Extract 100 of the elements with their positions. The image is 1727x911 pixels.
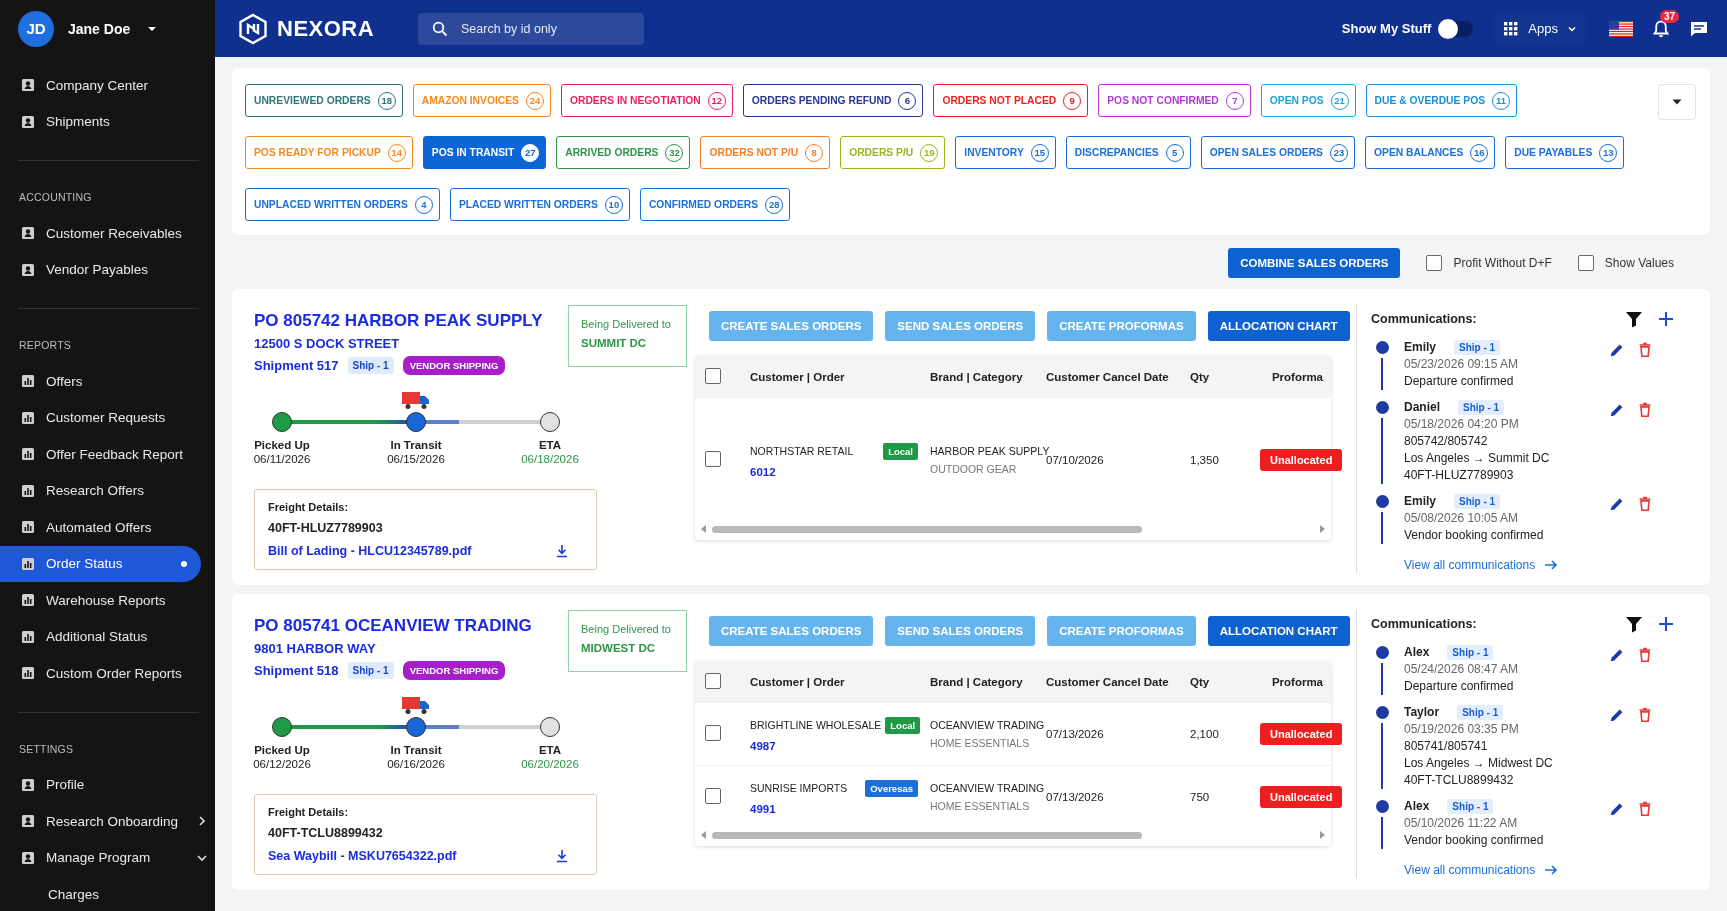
document-link[interactable]: Sea Waybill - MSKU7654322.pdf bbox=[268, 849, 457, 863]
author-name: Alex bbox=[1404, 798, 1430, 815]
count-badge: 11 bbox=[1492, 91, 1511, 110]
sidebar-item[interactable]: Profile bbox=[0, 766, 209, 803]
filter-chip[interactable]: OPEN POS 21 bbox=[1260, 84, 1356, 117]
step-date: 06/11/2026 bbox=[253, 453, 311, 465]
sidebar-item[interactable]: Offers bbox=[0, 363, 209, 400]
filter-chip[interactable]: OPEN BALANCES 16 bbox=[1365, 136, 1496, 169]
view-all-link[interactable]: View all communications bbox=[1404, 557, 1688, 573]
sidebar-item-label: Offers bbox=[46, 373, 84, 389]
column-header: Proforma bbox=[1270, 676, 1324, 688]
order-link[interactable]: 4991 bbox=[750, 802, 918, 815]
filter-chip[interactable]: DUE & OVERDUE POS 11 bbox=[1365, 84, 1518, 117]
section-heading: ACCOUNTING bbox=[18, 190, 93, 205]
message-text: Vendor booking confirmed bbox=[1404, 527, 1545, 544]
region-tag: Local bbox=[883, 442, 918, 460]
delivery-destination: MIDWEST DC bbox=[581, 642, 657, 654]
sidebar-item[interactable]: Charges bbox=[0, 876, 209, 911]
sidebar-item-label: Charges bbox=[48, 886, 101, 902]
po-title: PO 805741 OCEANVIEW TRADING bbox=[254, 616, 532, 636]
order-link[interactable]: 4987 bbox=[750, 739, 918, 752]
table-cell-text: 1,350 bbox=[1190, 454, 1220, 466]
filter-chip[interactable]: OPEN SALES ORDERS 23 bbox=[1200, 136, 1355, 169]
table-cell-text: 07/13/2026 bbox=[1046, 728, 1105, 740]
sidebar-item-label: Shipments bbox=[46, 114, 111, 130]
sidebar-item[interactable]: Warehouse Reports bbox=[0, 582, 209, 619]
step-date: 06/12/2026 bbox=[253, 758, 311, 770]
filter-chip[interactable]: POS NOT CONFIRMED 7 bbox=[1098, 84, 1251, 117]
ship-tag: Ship - 1 bbox=[1458, 400, 1505, 415]
message-text: Departure confirmed bbox=[1404, 678, 1515, 695]
section-heading: SETTINGS bbox=[18, 741, 75, 757]
sidebar-item[interactable]: Customer Receivables bbox=[0, 215, 209, 252]
count-badge: 19 bbox=[920, 143, 939, 162]
po-address: 9801 HARBOR WAY bbox=[254, 641, 377, 656]
column-header: Customer | Order bbox=[750, 371, 846, 383]
action-button[interactable]: ALLOCATION CHART bbox=[1207, 311, 1350, 341]
container-number: 40FT-HLUZ7789903 bbox=[268, 521, 384, 535]
step-label: In Transit bbox=[390, 744, 442, 756]
customer-name: BRIGHTLINE WHOLESALE bbox=[750, 719, 882, 731]
count-badge: 7 bbox=[1225, 91, 1244, 110]
filter-chip[interactable]: DUE PAYABLES 13 bbox=[1505, 136, 1625, 169]
count-badge: 6 bbox=[898, 91, 917, 110]
category-name: OUTDOOR GEAR bbox=[930, 463, 1018, 475]
sidebar-item[interactable]: Research Offers bbox=[0, 472, 209, 509]
sidebar-item[interactable]: Company Center bbox=[0, 67, 209, 104]
timestamp: 05/24/2026 08:47 AM bbox=[1404, 661, 1520, 678]
apps-button[interactable]: Apps bbox=[1493, 13, 1587, 44]
sidebar-item[interactable]: Research Onboarding bbox=[0, 803, 209, 840]
sidebar-item[interactable]: Shipments bbox=[0, 103, 209, 140]
po-title: PO 805742 HARBOR PEAK SUPPLY bbox=[254, 311, 543, 331]
filter-chip[interactable]: ARRIVED ORDERS 32 bbox=[556, 136, 691, 169]
sidebar-item[interactable]: Vendor Payables bbox=[0, 251, 209, 288]
filter-chip[interactable]: CONFIRMED ORDERS 28 bbox=[639, 188, 791, 221]
ship-tag: Ship - 1 bbox=[1454, 340, 1501, 355]
sidebar-item[interactable]: Offer Feedback Report bbox=[0, 436, 209, 473]
region-tag: Local bbox=[885, 716, 921, 734]
filter-chip[interactable]: UNREVIEWED ORDERS 18 bbox=[245, 84, 403, 117]
timestamp: 05/08/2026 10:05 AM bbox=[1404, 510, 1520, 527]
step-date: 06/16/2026 bbox=[387, 758, 445, 770]
filter-chip[interactable]: PLACED WRITTEN ORDERS 10 bbox=[449, 188, 630, 221]
column-header: Qty bbox=[1190, 676, 1211, 688]
filter-chip[interactable]: INVENTORY 15 bbox=[955, 136, 1056, 169]
shipping-tag: VENDOR SHIPPING bbox=[402, 661, 506, 680]
count-badge: 14 bbox=[387, 143, 406, 162]
action-button[interactable]: ALLOCATION CHART bbox=[1207, 616, 1350, 646]
customer-name: SUNRISE IMPORTS bbox=[750, 782, 848, 794]
sidebar-item[interactable]: Automated Offers bbox=[0, 509, 209, 546]
sidebar-item-label: Vendor Payables bbox=[46, 262, 150, 278]
shipment-link[interactable]: Shipment 518 bbox=[254, 663, 339, 678]
column-header: Customer Cancel Date bbox=[1046, 371, 1170, 383]
sidebar-item[interactable]: Order Status bbox=[0, 545, 201, 582]
sidebar-item[interactable]: Manage Program bbox=[0, 839, 209, 876]
filter-chip[interactable]: UNPLACED WRITTEN ORDERS 4 bbox=[245, 188, 440, 221]
sidebar-item-label: Order Status bbox=[46, 556, 124, 572]
sidebar-item[interactable]: Customer Requests bbox=[0, 399, 209, 436]
filter-chip[interactable]: ORDERS IN NEGOTIATION 12 bbox=[561, 84, 733, 117]
message-text: Departure confirmed bbox=[1404, 373, 1515, 390]
step-date: 06/18/2026 bbox=[521, 453, 579, 465]
category-name: HOME ESSENTIALS bbox=[930, 800, 1031, 812]
order-link[interactable]: 6012 bbox=[750, 465, 918, 478]
count-badge: 24 bbox=[526, 91, 544, 110]
table-cell-text: 2,100 bbox=[1190, 728, 1220, 740]
column-header: Brand | Category bbox=[930, 676, 1024, 688]
shipment-link[interactable]: Shipment 517 bbox=[254, 358, 339, 373]
filter-chip[interactable]: ORDERS NOT PLACED 9 bbox=[933, 84, 1089, 117]
sidebar-item[interactable]: Additional Status bbox=[0, 618, 209, 655]
message-text: Vendor booking confirmed bbox=[1404, 832, 1545, 849]
sidebar-item[interactable]: Custom Order Reports bbox=[0, 655, 209, 692]
filter-chip[interactable]: POS IN TRANSIT 27 bbox=[422, 136, 547, 169]
filter-chip[interactable]: DISCREPANCIES 5 bbox=[1065, 136, 1191, 169]
filter-chip[interactable]: ORDERS PENDING REFUND 6 bbox=[742, 84, 924, 117]
view-all-link[interactable]: View all communications bbox=[1404, 862, 1688, 878]
combine-button[interactable]: COMBINE SALES ORDERS bbox=[1228, 248, 1401, 278]
sidebar-item-label: Automated Offers bbox=[46, 519, 153, 535]
message-text: 805741/805741 bbox=[1404, 738, 1489, 755]
delivery-label: Being Delivered to bbox=[581, 623, 672, 635]
document-link[interactable]: Bill of Lading - HLCU12345789.pdf bbox=[268, 544, 472, 558]
column-header: Customer | Order bbox=[750, 676, 846, 688]
region-tag: Overesas bbox=[865, 779, 918, 797]
sidebar-item-label: Custom Order Reports bbox=[46, 665, 183, 681]
